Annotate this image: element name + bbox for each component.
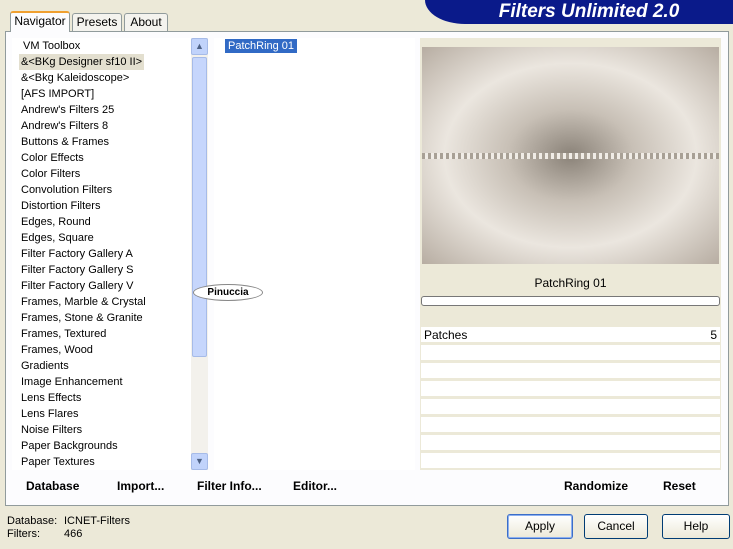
parameter-row xyxy=(421,381,720,398)
category-item[interactable]: Distortion Filters xyxy=(19,198,102,214)
category-item[interactable]: Lens Flares xyxy=(19,406,80,422)
category-item[interactable]: Paper Textures xyxy=(19,454,97,470)
reset-button[interactable]: Reset xyxy=(663,479,696,493)
category-item[interactable]: Andrew's Filters 8 xyxy=(19,118,110,134)
filter-list[interactable] xyxy=(214,38,415,470)
category-item[interactable]: Frames, Wood xyxy=(19,342,95,358)
filter-item-selected[interactable]: PatchRing 01 xyxy=(225,39,298,53)
category-item[interactable]: Buttons & Frames xyxy=(19,134,111,150)
category-item[interactable]: Edges, Round xyxy=(19,214,93,230)
filters-label: Filters: xyxy=(7,528,40,540)
category-list[interactable]: VM Toolbox &<BKg Designer sf10 II> &<Bkg K… xyxy=(12,38,208,470)
app-title-banner: Filters Unlimited 2.0 xyxy=(425,0,733,24)
help-button[interactable]: Help xyxy=(662,514,730,539)
cancel-button[interactable]: Cancel xyxy=(584,514,648,539)
tab-navigator[interactable]: Navigator xyxy=(10,11,70,32)
category-item[interactable]: &<BKg Designer sf10 II> xyxy=(19,54,145,70)
database-value: ICNET-Filters xyxy=(64,515,130,527)
filter-info-button[interactable]: Filter Info... xyxy=(197,479,262,493)
category-item[interactable]: Gradients xyxy=(19,358,71,374)
category-scrollbar[interactable]: ▲ ▼ xyxy=(191,38,208,470)
progress-bar xyxy=(421,296,720,306)
parameter-row xyxy=(421,363,720,380)
category-item[interactable]: [AFS IMPORT] xyxy=(19,86,96,102)
filters-count: 466 xyxy=(64,528,83,540)
parameter-row xyxy=(421,435,720,452)
category-item[interactable]: Filter Factory Gallery S xyxy=(19,262,135,278)
preview-image xyxy=(422,47,719,264)
apply-button[interactable]: Apply xyxy=(507,514,573,539)
watermark: Pinuccia xyxy=(193,284,263,301)
editor-button[interactable]: Editor... xyxy=(293,479,337,493)
category-item[interactable]: Color Filters xyxy=(19,166,82,182)
category-item[interactable]: Color Effects xyxy=(19,150,86,166)
category-item[interactable]: Frames, Textured xyxy=(19,326,108,342)
parameter-row xyxy=(421,399,720,416)
parameter-row xyxy=(421,453,720,470)
category-item[interactable]: Noise Filters xyxy=(19,422,84,438)
parameter-value[interactable]: 5 xyxy=(710,327,717,343)
filter-name-label: PatchRing 01 xyxy=(534,276,607,290)
randomize-button[interactable]: Randomize xyxy=(564,479,628,493)
scroll-thumb[interactable] xyxy=(192,57,207,357)
scroll-down-icon[interactable]: ▼ xyxy=(191,453,208,470)
category-item[interactable]: VM Toolbox xyxy=(21,38,82,54)
category-item[interactable]: Frames, Stone & Granite xyxy=(19,310,145,326)
category-item[interactable]: Lens Effects xyxy=(19,390,83,406)
category-item[interactable]: Andrew's Filters 25 xyxy=(19,102,116,118)
category-item[interactable]: Filter Factory Gallery V xyxy=(19,278,135,294)
scroll-up-icon[interactable]: ▲ xyxy=(191,38,208,55)
category-item[interactable]: Filter Factory Gallery A xyxy=(19,246,135,262)
parameter-row[interactable]: Patches 5 xyxy=(421,327,720,344)
category-item[interactable]: Paper Backgrounds xyxy=(19,438,120,454)
category-item[interactable]: Image Enhancement xyxy=(19,374,125,390)
category-item[interactable]: Edges, Square xyxy=(19,230,96,246)
category-item[interactable]: Convolution Filters xyxy=(19,182,114,198)
import-button[interactable]: Import... xyxy=(117,479,164,493)
category-item[interactable]: &<Bkg Kaleidoscope> xyxy=(19,70,131,86)
category-item[interactable]: Frames, Marble & Crystal xyxy=(19,294,148,310)
status-area: Database: ICNET-Filters Filters: 466 xyxy=(7,515,130,541)
tab-presets[interactable]: Presets xyxy=(72,13,122,32)
database-button[interactable]: Database xyxy=(26,479,79,493)
parameter-name: Patches xyxy=(424,328,468,342)
parameter-row xyxy=(421,345,720,362)
parameter-row xyxy=(421,417,720,434)
tab-about[interactable]: About xyxy=(124,13,168,32)
database-label: Database: xyxy=(7,515,58,527)
